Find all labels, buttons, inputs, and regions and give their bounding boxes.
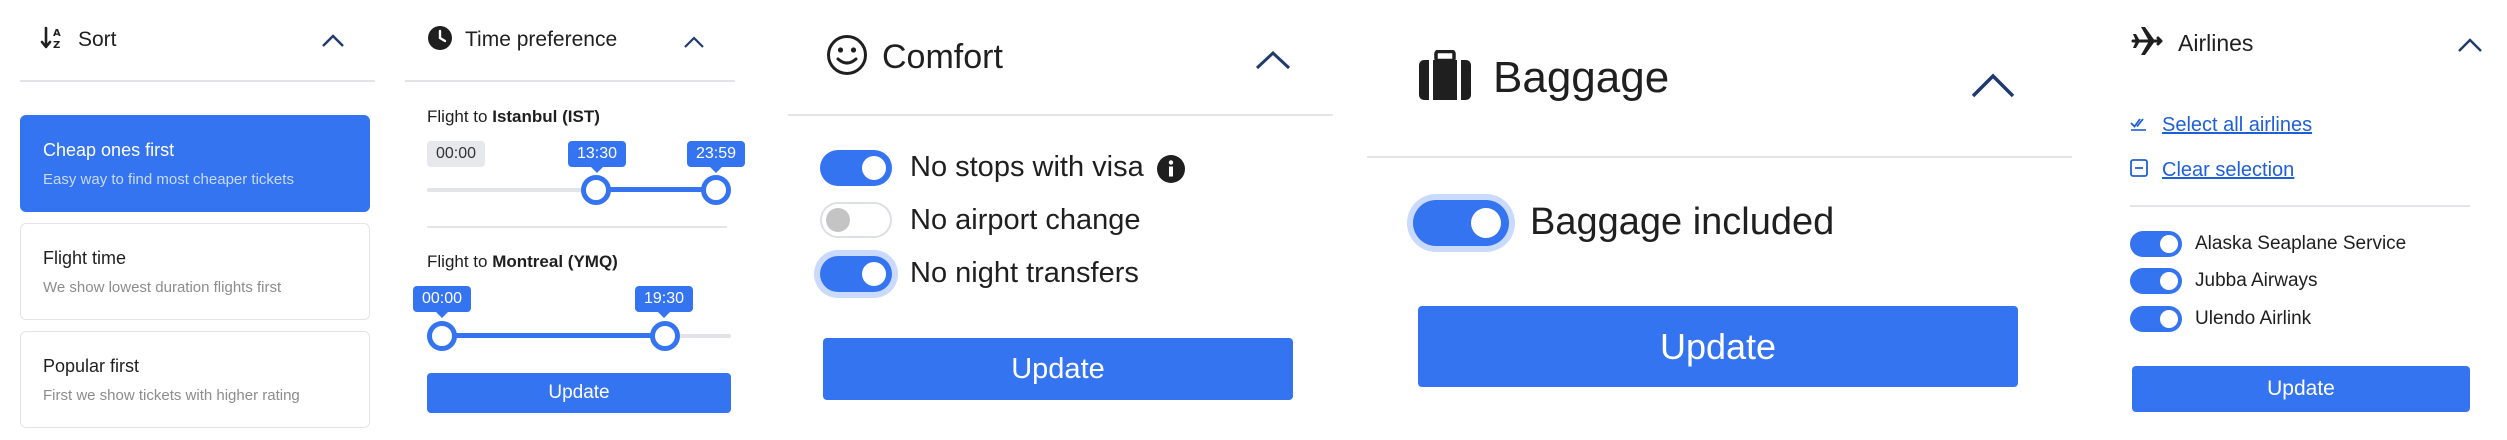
- divider: [427, 226, 727, 228]
- time-update-button[interactable]: Update: [427, 373, 731, 413]
- baggage-option-label: Baggage included: [1530, 201, 1835, 243]
- flight-label-montreal: Flight to Montreal (YMQ): [427, 252, 618, 272]
- chevron-up-icon[interactable]: [683, 36, 705, 49]
- chevron-up-icon[interactable]: [2457, 38, 2483, 53]
- sort-option-subtitle: First we show tickets with higher rating: [43, 387, 300, 404]
- time-panel: Time preference Flight to Istanbul (IST)…: [405, 0, 745, 440]
- time-high-label: 23:59: [687, 141, 745, 173]
- comfort-title: Comfort: [882, 37, 1003, 76]
- toggle-knob: [2160, 235, 2178, 253]
- time-title: Time preference: [465, 28, 618, 51]
- time-high-label: 19:30: [635, 286, 693, 318]
- sort-title: Sort: [78, 28, 117, 51]
- flight-city: Montreal (YMQ): [492, 252, 618, 271]
- sort-option-title: Flight time: [43, 248, 127, 268]
- comfort-header[interactable]: Comfort: [788, 0, 1333, 116]
- airlines-panel: Airlines Select all airlines Clear selec…: [2130, 0, 2485, 440]
- time-low-label: 13:30: [568, 141, 626, 173]
- comfort-option-label: No airport change: [910, 204, 1141, 236]
- time-slider-low-handle[interactable]: [581, 175, 612, 205]
- toggle-airline-alaska[interactable]: [2130, 231, 2182, 257]
- smile-icon: [826, 34, 868, 81]
- sort-panel: A Z Sort Cheap ones first Easy way to fi…: [20, 0, 375, 440]
- toggle-knob: [862, 156, 886, 180]
- baggage-header[interactable]: Baggage: [1367, 0, 2072, 158]
- toggle-no-airport-change[interactable]: [820, 202, 892, 238]
- toggle-knob: [2160, 310, 2178, 328]
- baggage-title: Baggage: [1493, 53, 1670, 102]
- toggle-airline-jubba[interactable]: [2130, 268, 2182, 294]
- svg-text:A: A: [53, 28, 61, 39]
- sort-option-cheap[interactable]: Cheap ones first Easy way to find most c…: [20, 115, 370, 212]
- clock-icon: [427, 25, 453, 56]
- select-all-row[interactable]: Select all airlines: [2130, 114, 2312, 137]
- flight-prefix: Flight to: [427, 252, 488, 271]
- baggage-update-button[interactable]: Update: [1418, 306, 2018, 387]
- sort-icon: A Z: [40, 25, 66, 56]
- minus-square-icon: [2130, 159, 2148, 182]
- sort-option-subtitle: We show lowest duration flights first: [43, 279, 282, 296]
- clear-row[interactable]: Clear selection: [2130, 159, 2294, 182]
- select-all-link[interactable]: Select all airlines: [2162, 114, 2312, 137]
- info-icon[interactable]: [1156, 154, 1186, 189]
- baggage-panel: Baggage Baggage included Update: [1367, 0, 2072, 440]
- sort-option-flight-time[interactable]: Flight time We show lowest duration flig…: [20, 223, 370, 320]
- sort-option-title: Cheap ones first: [43, 140, 175, 160]
- chevron-up-icon[interactable]: [1970, 72, 2016, 98]
- time-min-label: 00:00: [427, 141, 485, 167]
- toggle-knob: [2160, 272, 2178, 290]
- chevron-up-icon[interactable]: [321, 34, 345, 48]
- airline-label: Jubba Airways: [2195, 270, 2318, 291]
- svg-text:Z: Z: [53, 40, 60, 51]
- chevron-up-icon[interactable]: [1255, 50, 1291, 70]
- toggle-baggage-included[interactable]: [1413, 200, 1509, 246]
- clear-selection-link[interactable]: Clear selection: [2162, 159, 2294, 182]
- airlines-title: Airlines: [2178, 30, 2254, 56]
- sort-option-title: Popular first: [43, 356, 140, 376]
- double-check-icon: [2130, 114, 2148, 137]
- baggage-icon: [1417, 49, 1473, 107]
- toggle-no-stops-visa[interactable]: [820, 150, 892, 186]
- flight-prefix: Flight to: [427, 107, 488, 126]
- airlines-update-button[interactable]: Update: [2132, 366, 2470, 412]
- toggle-no-night-transfers[interactable]: [820, 256, 892, 292]
- divider: [2130, 205, 2470, 207]
- comfort-option-label: No night transfers: [910, 257, 1139, 289]
- flight-label-istanbul: Flight to Istanbul (IST): [427, 107, 600, 127]
- sort-option-subtitle: Easy way to find most cheaper tickets: [43, 171, 294, 188]
- comfort-panel: Comfort No stops with visa No airport ch…: [788, 0, 1333, 440]
- airline-label: Ulendo Airlink: [2195, 308, 2312, 329]
- toggle-knob: [862, 262, 886, 286]
- time-slider-range: [596, 187, 716, 192]
- time-slider-range: [442, 333, 665, 338]
- time-slider-high-handle[interactable]: [649, 321, 680, 351]
- time-slider-high-handle[interactable]: [701, 175, 731, 205]
- flight-city: Istanbul (IST): [492, 107, 600, 126]
- toggle-airline-ulendo[interactable]: [2130, 306, 2182, 332]
- comfort-update-button[interactable]: Update: [823, 338, 1293, 400]
- sort-option-popular[interactable]: Popular first First we show tickets with…: [20, 331, 370, 428]
- comfort-option-label: No stops with visa: [910, 151, 1144, 183]
- time-slider-low-handle[interactable]: [427, 321, 457, 351]
- time-low-label: 00:00: [413, 286, 471, 318]
- toggle-knob: [1471, 208, 1501, 238]
- toggle-knob: [826, 208, 850, 232]
- airline-label: Alaska Seaplane Service: [2195, 233, 2407, 254]
- airplane-icon: [2130, 24, 2164, 63]
- airlines-header[interactable]: Airlines: [2130, 24, 2253, 63]
